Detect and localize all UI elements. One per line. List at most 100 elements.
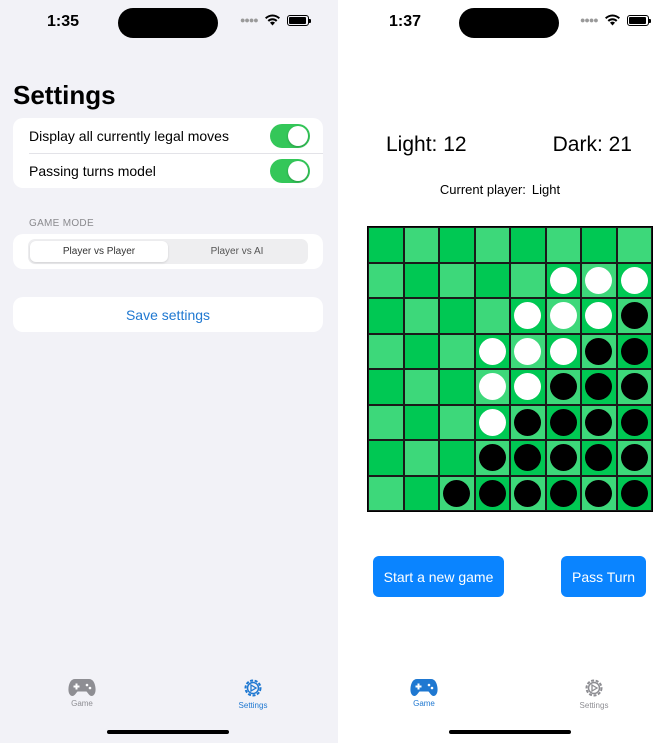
board-cell[interactable]: [616, 227, 652, 263]
board-cell[interactable]: [616, 369, 652, 405]
board-cell[interactable]: [616, 262, 652, 298]
board-cell[interactable]: [545, 404, 581, 440]
board-cell[interactable]: [545, 475, 581, 511]
tab-settings-label: Settings: [579, 701, 609, 710]
light-piece: [549, 337, 577, 365]
status-icons: ●●●●: [240, 14, 311, 26]
board-cell[interactable]: [368, 298, 404, 334]
board-cell[interactable]: [368, 440, 404, 476]
tab-settings[interactable]: Settings: [213, 677, 293, 710]
tab-game-label: Game: [71, 699, 93, 708]
board-cell[interactable]: [403, 440, 439, 476]
gear-icon: [244, 679, 262, 697]
home-indicator: [449, 730, 571, 734]
board-cell[interactable]: [510, 404, 546, 440]
board-cell[interactable]: [545, 369, 581, 405]
board-cell[interactable]: [368, 404, 404, 440]
dark-piece: [620, 479, 648, 507]
toggle-knob: [288, 160, 308, 181]
toggle-knob: [288, 125, 308, 146]
board-cell[interactable]: [545, 298, 581, 334]
board-cell[interactable]: [581, 440, 617, 476]
wifi-icon: [264, 14, 280, 26]
board-cell[interactable]: [545, 262, 581, 298]
board-cell[interactable]: [545, 227, 581, 263]
board-cell[interactable]: [510, 227, 546, 263]
tab-game[interactable]: Game: [384, 677, 464, 708]
board-cell[interactable]: [368, 475, 404, 511]
board-cell[interactable]: [439, 475, 475, 511]
board-cell[interactable]: [616, 333, 652, 369]
board-cell[interactable]: [616, 440, 652, 476]
board-cell[interactable]: [439, 227, 475, 263]
segment-player-vs-ai[interactable]: Player vs AI: [168, 241, 306, 262]
tab-game[interactable]: Game: [42, 677, 122, 708]
light-piece: [478, 337, 506, 365]
board-cell[interactable]: [545, 333, 581, 369]
board-cell[interactable]: [510, 333, 546, 369]
board-cell[interactable]: [474, 333, 510, 369]
board-cell[interactable]: [368, 262, 404, 298]
game-board: [367, 226, 653, 512]
board-cell[interactable]: [510, 440, 546, 476]
legal-moves-toggle[interactable]: [270, 123, 310, 148]
board-cell[interactable]: [474, 298, 510, 334]
board-cell[interactable]: [368, 333, 404, 369]
dark-piece: [620, 373, 648, 401]
board-cell[interactable]: [439, 262, 475, 298]
tab-settings[interactable]: Settings: [554, 677, 634, 710]
board-cell[interactable]: [439, 298, 475, 334]
dark-piece: [478, 479, 506, 507]
tab-game-label: Game: [413, 699, 435, 708]
toggles-group: Display all currently legal moves Passin…: [13, 118, 323, 188]
light-piece: [514, 302, 542, 330]
board-cell[interactable]: [510, 475, 546, 511]
board-cell[interactable]: [545, 440, 581, 476]
current-player-label: Current player:: [439, 182, 526, 197]
board-cell[interactable]: [474, 262, 510, 298]
board-cell[interactable]: [403, 227, 439, 263]
board-cell[interactable]: [581, 475, 617, 511]
board-cell[interactable]: [581, 298, 617, 334]
battery-icon: [626, 14, 651, 26]
board-cell[interactable]: [439, 369, 475, 405]
board-cell[interactable]: [403, 475, 439, 511]
board-cell[interactable]: [474, 369, 510, 405]
passing-turns-toggle[interactable]: [270, 158, 310, 183]
board-cell[interactable]: [403, 333, 439, 369]
board-cell[interactable]: [474, 227, 510, 263]
board-cell[interactable]: [616, 404, 652, 440]
board-cell[interactable]: [403, 262, 439, 298]
dark-piece: [620, 444, 648, 472]
board-cell[interactable]: [616, 298, 652, 334]
pass-turn-button[interactable]: Pass Turn: [561, 556, 646, 597]
board-cell[interactable]: [581, 333, 617, 369]
board-cell[interactable]: [474, 475, 510, 511]
board-cell[interactable]: [510, 262, 546, 298]
board-cell[interactable]: [510, 369, 546, 405]
board-cell[interactable]: [403, 298, 439, 334]
save-settings-button[interactable]: Save settings: [13, 297, 323, 332]
board-cell[interactable]: [439, 333, 475, 369]
board-cell[interactable]: [403, 404, 439, 440]
board-cell[interactable]: [581, 227, 617, 263]
board-cell[interactable]: [439, 404, 475, 440]
segment-player-vs-player[interactable]: Player vs Player: [30, 241, 168, 262]
board-cell[interactable]: [474, 440, 510, 476]
light-piece: [549, 302, 577, 330]
board-cell[interactable]: [403, 369, 439, 405]
board-cell[interactable]: [581, 262, 617, 298]
board-cell[interactable]: [368, 227, 404, 263]
board-cell[interactable]: [368, 369, 404, 405]
game-mode-header: GAME MODE: [29, 218, 94, 229]
board-cell[interactable]: [510, 298, 546, 334]
start-new-game-button[interactable]: Start a new game: [373, 556, 504, 597]
board-cell[interactable]: [581, 404, 617, 440]
board-cell[interactable]: [439, 440, 475, 476]
board-cell[interactable]: [474, 404, 510, 440]
wifi-icon: [604, 14, 620, 26]
board-cell[interactable]: [616, 475, 652, 511]
dark-piece: [620, 408, 648, 436]
game-screen: 1:37 ●●●● Light: 12 Dark: 21 Current pla…: [340, 0, 660, 743]
board-cell[interactable]: [581, 369, 617, 405]
